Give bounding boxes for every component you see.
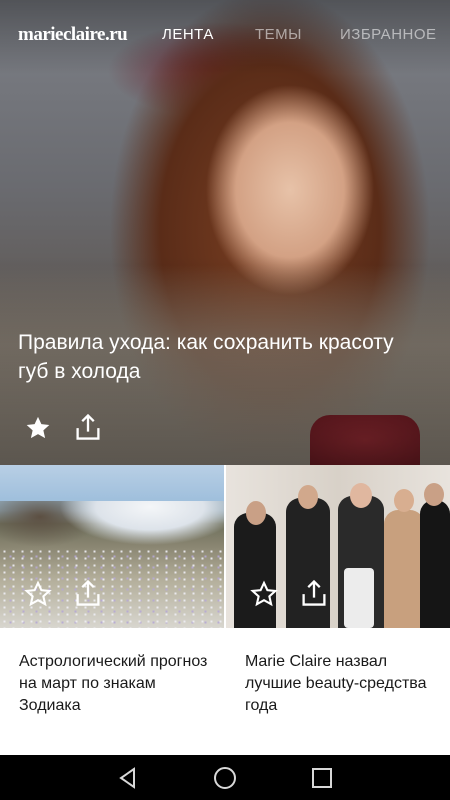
article-title[interactable]: Marie Claire назвал лучшие beauty-средст… [245, 651, 435, 717]
article-card[interactable]: Marie Claire назвал лучшие beauty-средст… [226, 465, 450, 755]
share-icon[interactable] [298, 577, 330, 609]
top-bar: marieclaire.ru ЛЕНТА ТЕМЫ ИЗБРАННОЕ [0, 0, 450, 70]
article-title[interactable]: Астрологический прогноз на март по знака… [19, 651, 209, 717]
app-screen: marieclaire.ru ЛЕНТА ТЕМЫ ИЗБРАННОЕ Прав… [0, 0, 450, 800]
star-outline-icon[interactable] [22, 578, 54, 610]
site-logo[interactable]: marieclaire.ru [18, 24, 128, 46]
share-icon[interactable] [72, 577, 104, 609]
recents-square-icon[interactable] [302, 758, 342, 798]
home-circle-icon[interactable] [205, 758, 245, 798]
tab-izbrannoe[interactable]: ИЗБРАННОЕ [340, 26, 437, 43]
share-icon[interactable] [72, 411, 104, 443]
star-filled-icon[interactable] [22, 412, 54, 444]
hero-title[interactable]: Правила ухода: как сохранить красоту губ… [18, 328, 418, 386]
article-card[interactable]: Астрологический прогноз на март по знака… [0, 465, 224, 755]
article-image [226, 465, 450, 628]
hero-article[interactable]: marieclaire.ru ЛЕНТА ТЕМЫ ИЗБРАННОЕ Прав… [0, 0, 450, 465]
star-outline-icon[interactable] [248, 578, 280, 610]
article-image [0, 465, 224, 628]
back-triangle-icon[interactable] [108, 758, 148, 798]
tab-lenta[interactable]: ЛЕНТА [162, 26, 214, 43]
tab-temy[interactable]: ТЕМЫ [255, 26, 302, 43]
system-nav-bar [0, 755, 450, 800]
